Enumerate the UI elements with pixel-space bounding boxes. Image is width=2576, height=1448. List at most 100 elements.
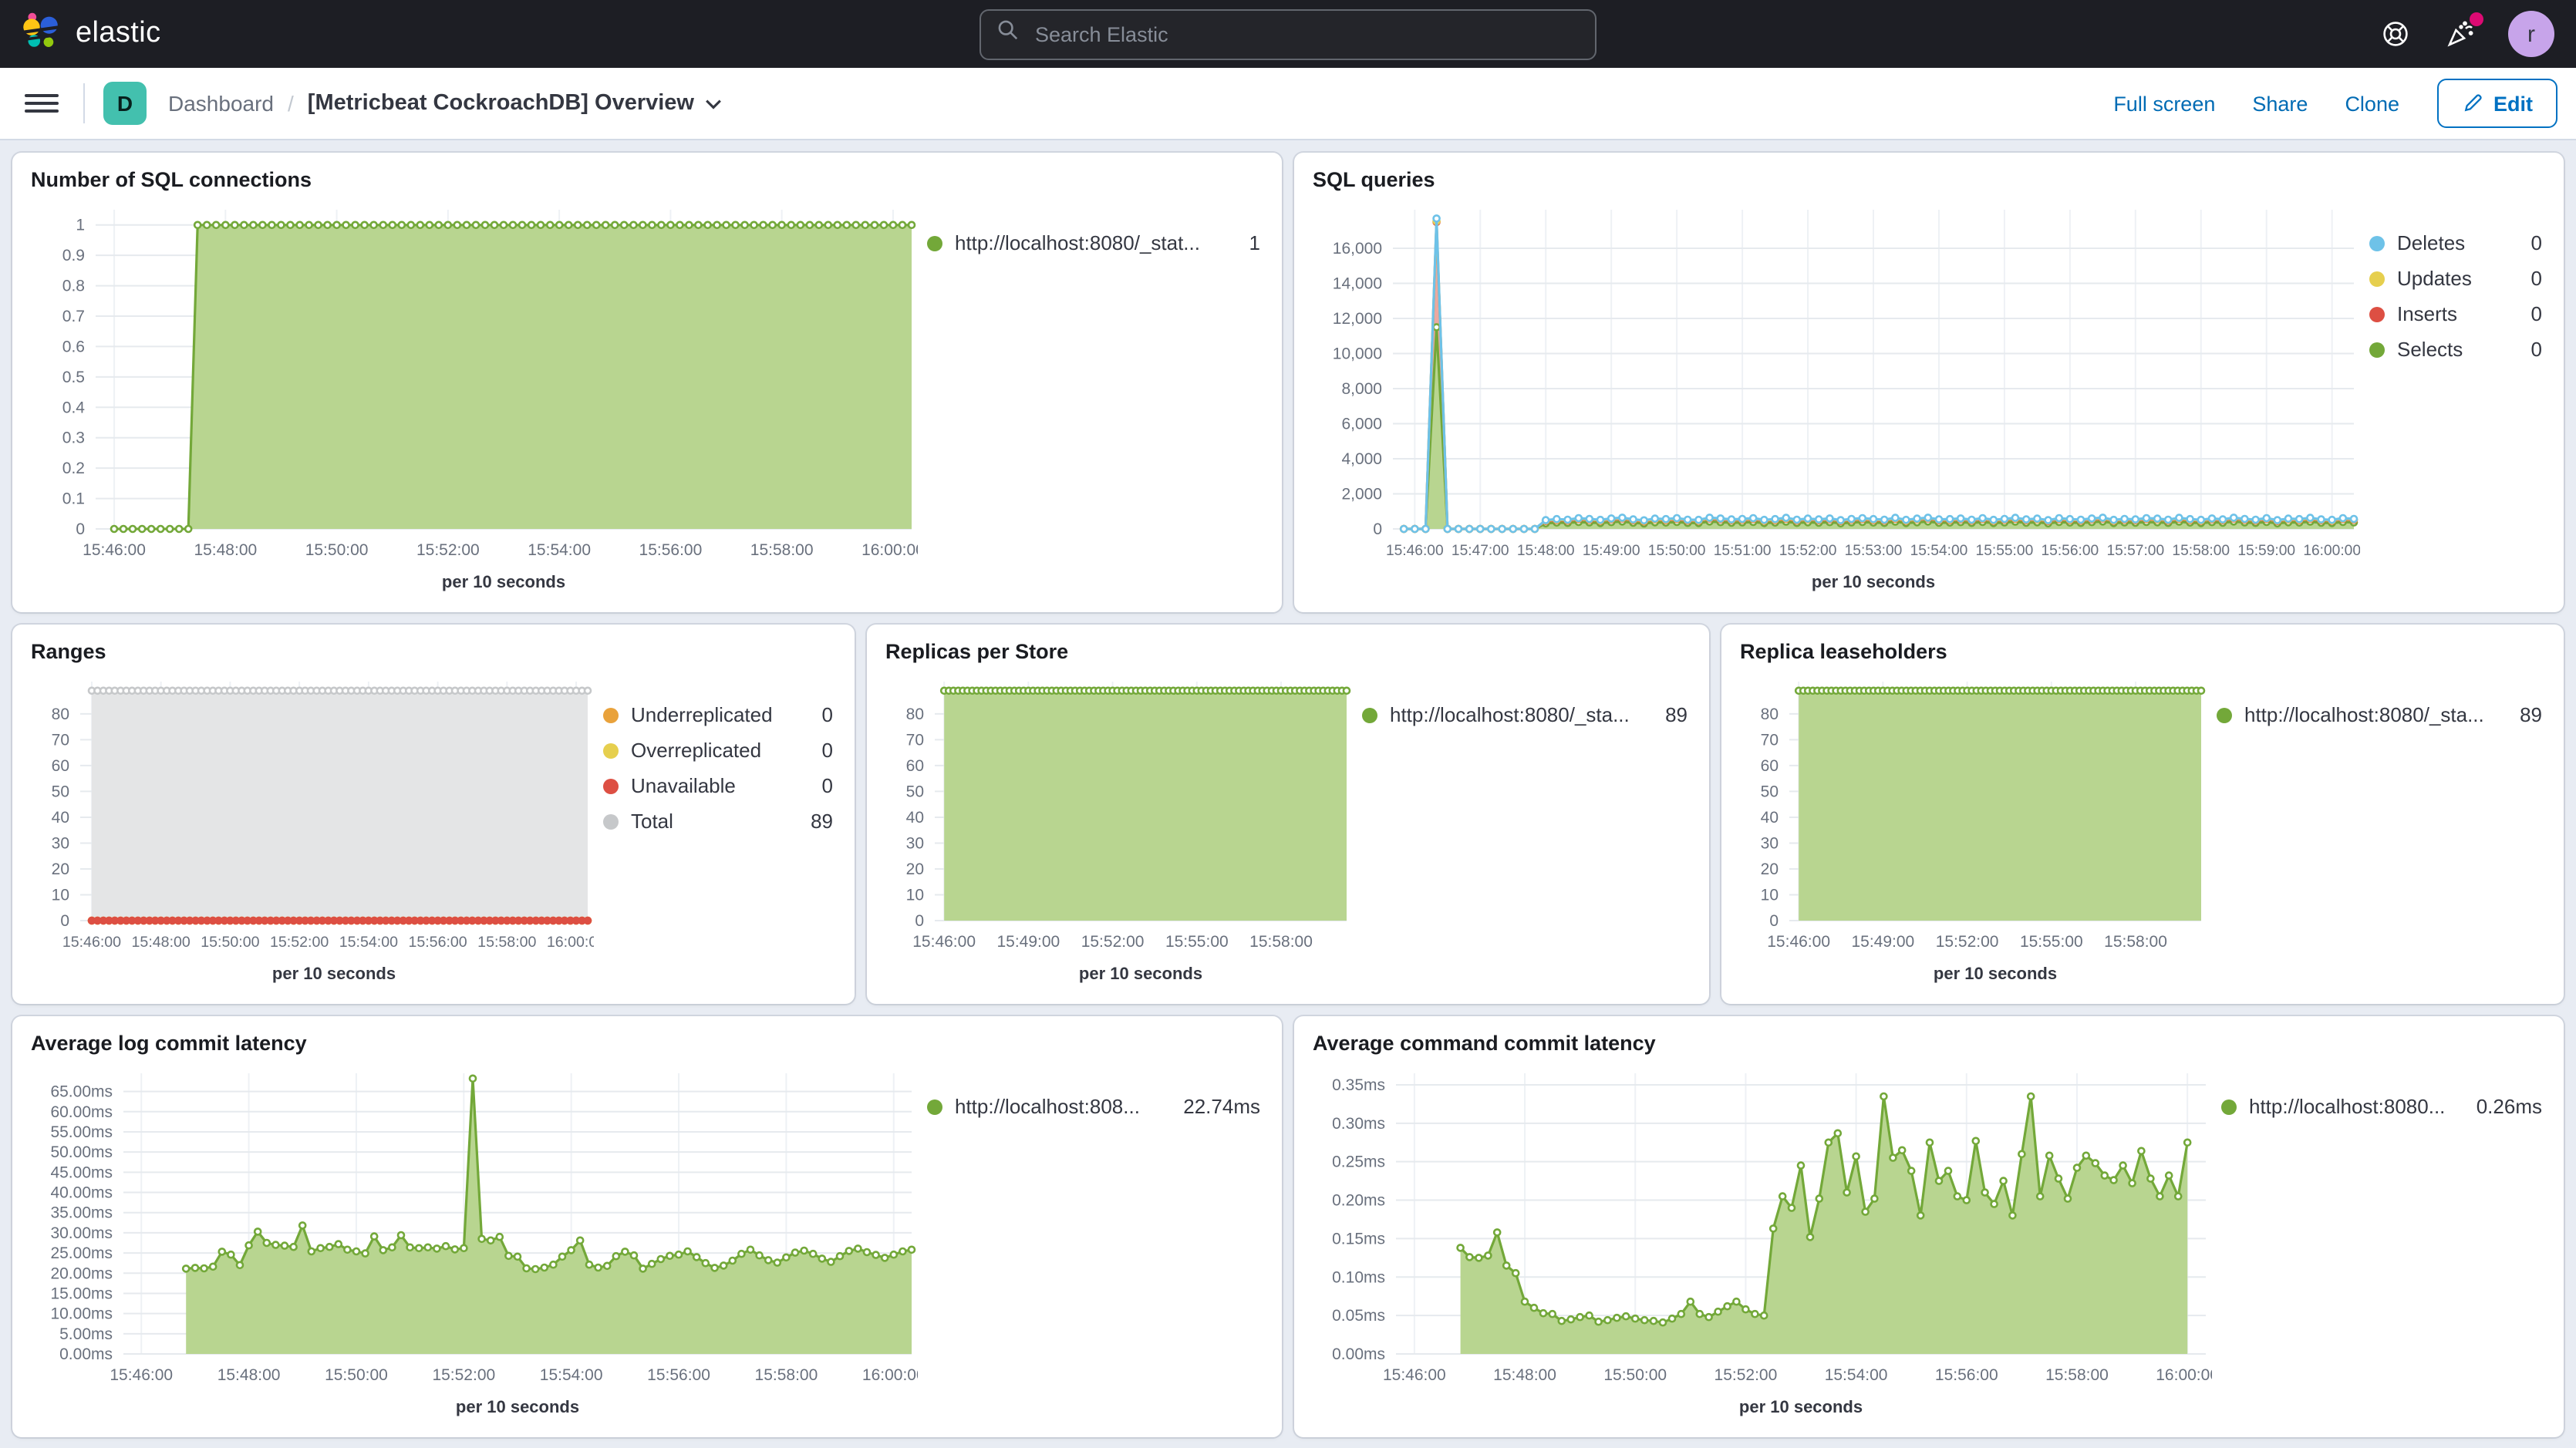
svg-text:10: 10 [52, 886, 69, 904]
chart-replica-leaseholders[interactable]: 15:46:0015:49:0015:52:0015:55:0015:58:00… [1740, 666, 2545, 988]
dashboard-row: Average log commit latency 15:46:0015:48… [12, 1016, 2564, 1437]
svg-text:0: 0 [60, 912, 69, 930]
svg-text:20: 20 [906, 860, 924, 878]
elastic-home-link[interactable]: elastic [22, 10, 161, 58]
svg-text:10: 10 [1761, 886, 1779, 904]
svg-text:0: 0 [76, 520, 85, 538]
svg-text:10: 10 [906, 886, 924, 904]
svg-text:15:56:00: 15:56:00 [408, 934, 467, 951]
search-input[interactable] [1032, 21, 1580, 47]
svg-text:15:48:00: 15:48:00 [132, 934, 191, 951]
full-screen-button[interactable]: Full screen [2113, 92, 2215, 115]
svg-text:15:59:00: 15:59:00 [2237, 543, 2295, 559]
chevron-down-icon [705, 98, 722, 109]
svg-text:0.10ms: 0.10ms [1332, 1268, 1385, 1286]
global-search[interactable] [979, 8, 1597, 59]
svg-text:15:56:00: 15:56:00 [2042, 543, 2099, 559]
legend-item[interactable]: Inserts0 [2369, 302, 2542, 325]
svg-text:1: 1 [76, 217, 85, 234]
legend-item[interactable]: http://localhost:8080/_stat...1 [927, 231, 1260, 254]
menu-button[interactable] [19, 80, 65, 126]
chart-legend: http://localhost:808...22.74ms [918, 1058, 1263, 1422]
panel-title: Average command commit latency [1313, 1032, 2545, 1055]
svg-text:16:00:00: 16:00:00 [2303, 543, 2360, 559]
svg-text:15:50:00: 15:50:00 [201, 934, 259, 951]
svg-text:15:52:00: 15:52:00 [1779, 543, 1837, 559]
clone-button[interactable]: Clone [2345, 92, 2399, 115]
legend-value: 89 [811, 810, 833, 833]
legend-value: 0 [822, 703, 833, 726]
brand-text: elastic [76, 17, 161, 51]
svg-text:15:52:00: 15:52:00 [416, 541, 480, 559]
legend-item[interactable]: Total 89 [603, 810, 833, 833]
svg-text:15:46:00: 15:46:00 [62, 934, 121, 951]
legend-value: 0.26ms [2477, 1095, 2542, 1118]
svg-text:15:52:00: 15:52:00 [1715, 1366, 1778, 1384]
svg-text:15:55:00: 15:55:00 [1165, 933, 1229, 951]
chart-legend: http://localhost:8080/_sta...89 [1353, 666, 1691, 988]
chart-log-commit-latency[interactable]: 15:46:0015:48:0015:50:0015:52:0015:54:00… [31, 1058, 1263, 1422]
chart-replicas-per-store[interactable]: 15:46:0015:49:0015:52:0015:55:0015:58:00… [885, 666, 1691, 988]
help-button[interactable] [2379, 17, 2412, 51]
breadcrumb-dashboard-link[interactable]: Dashboard [168, 91, 274, 116]
svg-text:30: 30 [1761, 834, 1779, 852]
dashboard-row: Ranges 15:46:0015:48:0015:50:0015:52:001… [12, 625, 2564, 1004]
panel-number-of-sql-connections: Number of SQL connections 15:46:0015:48:… [12, 153, 1282, 612]
share-button[interactable]: Share [2252, 92, 2308, 115]
svg-text:5.00ms: 5.00ms [59, 1325, 113, 1343]
svg-text:15:49:00: 15:49:00 [996, 933, 1060, 951]
svg-text:15:50:00: 15:50:00 [1648, 543, 1706, 559]
svg-text:16:00:00: 16:00:00 [2156, 1366, 2212, 1384]
page-title: [Metricbeat CockroachDB] Overview [308, 91, 694, 116]
svg-text:16,000: 16,000 [1333, 240, 1382, 258]
svg-text:15:48:00: 15:48:00 [1517, 543, 1575, 559]
svg-text:15:55:00: 15:55:00 [1976, 543, 2034, 559]
svg-text:50: 50 [52, 783, 69, 800]
svg-text:15:56:00: 15:56:00 [1935, 1366, 1998, 1384]
svg-text:15:47:00: 15:47:00 [1452, 543, 1509, 559]
legend-item[interactable]: http://localhost:8080...0.26ms [2221, 1095, 2542, 1118]
legend-dot-icon [2217, 707, 2232, 722]
svg-text:50.00ms: 50.00ms [50, 1143, 113, 1161]
legend-item[interactable]: http://localhost:8080/_sta...89 [1362, 703, 1688, 726]
legend-item[interactable]: Underreplicated0 [603, 703, 833, 726]
svg-text:16:00:00: 16:00:00 [861, 541, 918, 559]
pencil-icon [2461, 93, 2483, 114]
newsfeed-button[interactable] [2443, 17, 2477, 51]
chart-sql-queries[interactable]: 15:46:0015:47:0015:48:0015:49:0015:50:00… [1313, 194, 2545, 597]
edit-button[interactable]: Edit [2436, 79, 2557, 128]
svg-text:30.00ms: 30.00ms [50, 1224, 113, 1242]
legend-item[interactable]: Deletes0 [2369, 231, 2542, 254]
svg-text:25.00ms: 25.00ms [50, 1244, 113, 1262]
legend-item[interactable]: Selects0 [2369, 338, 2542, 361]
chart-legend: http://localhost:8080/_stat...1 [918, 194, 1263, 597]
svg-text:15:55:00: 15:55:00 [2020, 933, 2083, 951]
svg-text:16:00:00: 16:00:00 [862, 1366, 918, 1384]
breadcrumb-separator: / [288, 91, 294, 116]
chart-sql-connections[interactable]: 15:46:0015:48:0015:50:0015:52:0015:54:00… [31, 194, 1263, 597]
svg-text:40: 40 [52, 809, 69, 827]
svg-text:per 10 seconds: per 10 seconds [1739, 1397, 1863, 1416]
svg-text:0.1: 0.1 [62, 490, 85, 508]
legend-item[interactable]: http://localhost:8080/_sta...89 [2217, 703, 2542, 726]
legend-item[interactable]: Updates0 [2369, 267, 2542, 290]
chart-ranges[interactable]: 15:46:0015:48:0015:50:0015:52:0015:54:00… [31, 666, 836, 988]
legend-item[interactable]: http://localhost:808...22.74ms [927, 1095, 1260, 1118]
svg-text:15:54:00: 15:54:00 [1910, 543, 1968, 559]
svg-text:15:58:00: 15:58:00 [2104, 933, 2167, 951]
legend-label: Total [631, 810, 795, 833]
svg-text:16:00:00: 16:00:00 [547, 934, 594, 951]
user-avatar[interactable]: r [2508, 11, 2554, 57]
legend-item[interactable]: Overreplicated0 [603, 739, 833, 762]
svg-text:15:46:00: 15:46:00 [1386, 543, 1444, 559]
legend-value: 22.74ms [1183, 1095, 1260, 1118]
space-badge-dashboard[interactable]: D [103, 82, 147, 125]
svg-text:per 10 seconds: per 10 seconds [1812, 572, 1935, 591]
legend-item[interactable]: Unavailable0 [603, 774, 833, 797]
svg-text:15:48:00: 15:48:00 [1493, 1366, 1556, 1384]
panel-replicas-per-store: Replicas per Store 15:46:0015:49:0015:52… [867, 625, 1709, 1004]
panel-sql-queries: SQL queries 15:46:0015:47:0015:48:0015:4… [1294, 153, 2564, 612]
dashboard-title-menu[interactable]: [Metricbeat CockroachDB] Overview [308, 91, 722, 116]
chart-command-commit-latency[interactable]: 15:46:0015:48:0015:50:0015:52:0015:54:00… [1313, 1058, 2545, 1422]
svg-text:0.15ms: 0.15ms [1332, 1230, 1385, 1248]
